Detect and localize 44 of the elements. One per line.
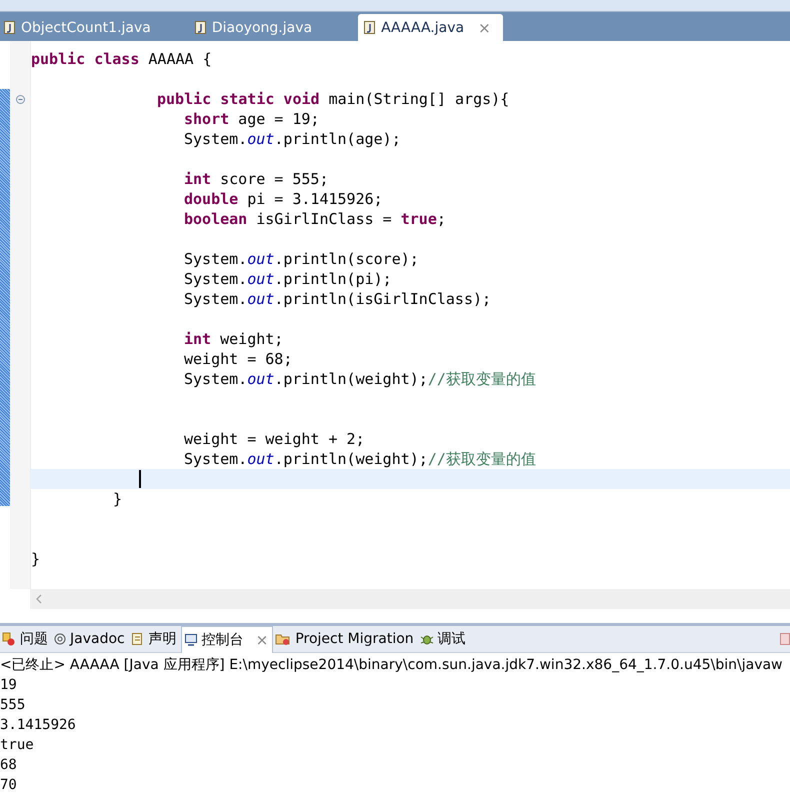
scroll-left-icon[interactable] (36, 594, 42, 604)
code-line: System.out.println(score); (184, 250, 419, 268)
code-line: System.out.println(weight);//获取变量的值 (184, 450, 536, 468)
code-line: short age = 19; (184, 110, 320, 128)
folder-icon (275, 632, 292, 646)
java-file-icon (4, 21, 15, 34)
code-line: double pi = 3.1415926; (184, 190, 383, 208)
document-icon (130, 632, 145, 646)
warning-icon (2, 632, 16, 646)
code-line: System.out.println(pi); (184, 270, 392, 288)
code-line: System.out.println(age); (184, 130, 401, 148)
code-line: } (31, 550, 40, 568)
code-line: public static void main(String[] args){ (157, 90, 510, 108)
console-output-line: 555 (0, 696, 26, 715)
view-tab[interactable]: 问题 (0, 626, 52, 652)
view-tab[interactable]: 控制台 × (180, 626, 274, 652)
code-line: weight = weight + 2; (184, 430, 365, 448)
code-line: boolean isGirlInClass = true; (184, 210, 446, 228)
editor-tab[interactable]: AAAAA.java × (358, 14, 503, 41)
code-line: } (113, 490, 122, 508)
text-cursor (139, 470, 141, 488)
console-output-line: 19 (0, 676, 18, 695)
code-line: System.out.println(weight);//获取变量的值 (184, 370, 536, 388)
view-tab[interactable]: Project Migration (273, 626, 418, 652)
minimize-button[interactable] (780, 633, 790, 645)
console-output-line: 68 (0, 756, 18, 775)
code-line: int score = 555; (184, 170, 328, 188)
java-file-icon (194, 21, 206, 34)
code-line: int weight; (184, 330, 284, 348)
collapse-icon[interactable] (16, 94, 24, 104)
close-icon[interactable]: × (256, 630, 268, 648)
view-tab[interactable]: 声明 (128, 626, 181, 652)
view-tab[interactable]: Javadoc (52, 626, 129, 652)
view-tab[interactable]: 调试 (418, 626, 470, 652)
console-output-line: 3.1415926 (0, 716, 77, 735)
code-line: public class AAAAA { (31, 50, 212, 68)
console-output-line: 70 (0, 776, 18, 795)
code-line: weight = 68; (184, 350, 292, 368)
console-header: <已终止> AAAAA [Java 应用程序] E:\myeclipse2014\binary\com.sun.java.jdk7.win32.x86_64_1.7.0.u45\bin\javaw (0, 656, 784, 675)
close-icon[interactable]: × (478, 18, 491, 36)
console-output-line: true (0, 736, 35, 755)
java-file-icon (364, 21, 376, 34)
code-line: System.out.println(isGirlInClass); (184, 290, 492, 308)
monitor-icon (184, 632, 198, 646)
